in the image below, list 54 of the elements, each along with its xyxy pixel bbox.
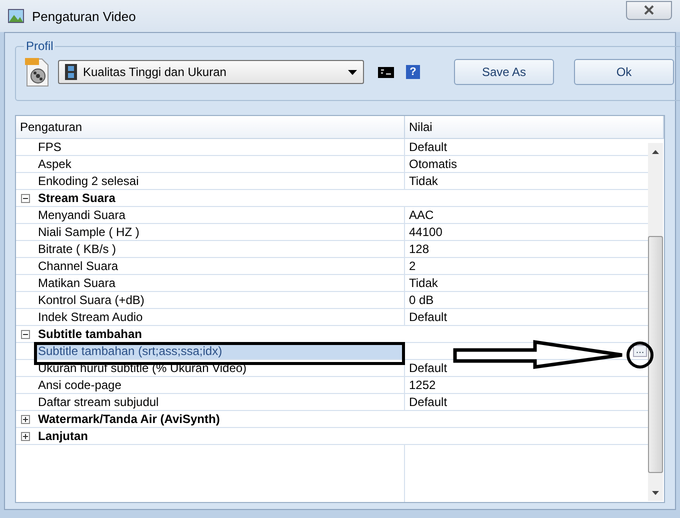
property-name[interactable]: Niali Sample ( HZ ): [36, 224, 405, 240]
property-value: 2: [409, 259, 416, 273]
circle-drawing: [626, 342, 654, 368]
help-button[interactable]: ?: [406, 65, 420, 79]
window-title: Pengaturan Video: [32, 8, 137, 24]
column-header: Nilai: [405, 116, 664, 138]
group-label: Profil: [25, 39, 54, 53]
close-button[interactable]: [626, 0, 672, 20]
property-value: Default: [409, 361, 448, 375]
scroll-down-icon[interactable]: [652, 490, 659, 494]
profile-dropdown[interactable]: Kualitas Tinggi dan Ukuran: [58, 60, 364, 84]
property-name[interactable]: Indek Stream Audio: [36, 309, 405, 325]
property-name[interactable]: Ansi code-page: [36, 377, 405, 393]
expand-icon[interactable]: [21, 414, 30, 424]
property-name[interactable]: Menyandi Suara: [36, 207, 405, 223]
property-name[interactable]: Bitrate ( KB/s ): [36, 241, 405, 257]
property-value: 0 dB: [409, 293, 434, 307]
property-name[interactable]: FPS: [36, 139, 405, 155]
category-label: Lanjutan: [38, 429, 88, 443]
scrollbar[interactable]: [648, 143, 663, 501]
property-value: Otomatis: [409, 157, 458, 171]
film-strip-icon: [65, 64, 77, 80]
category-label: Subtitle tambahan: [38, 327, 142, 341]
landscape-icon: [8, 9, 24, 23]
property-value: Default: [409, 310, 448, 324]
property-name[interactable]: Matikan Suara: [36, 275, 405, 291]
film-reel-icon: [24, 57, 50, 87]
close-icon: [643, 5, 655, 15]
category-label: Watermark/Tanda Air (AviSynth): [38, 412, 220, 426]
browse-button[interactable]: ...: [633, 345, 647, 357]
property-value: 44100: [409, 225, 442, 239]
property-name[interactable]: Kontrol Suara (+dB): [36, 292, 405, 308]
expand-icon[interactable]: [21, 432, 30, 440]
property-value: 128: [409, 242, 430, 256]
property-value: Default: [409, 140, 448, 154]
ok-button[interactable]: Ok: [574, 59, 674, 85]
category-label: Stream Suara: [38, 191, 116, 205]
caret-icon: [348, 70, 357, 74]
collapse-icon[interactable]: [21, 330, 30, 338]
property-value: Tidak: [409, 276, 438, 290]
terminal-icon[interactable]: [378, 66, 394, 78]
property-name[interactable]: Daftar stream subjudul: [36, 394, 405, 410]
scroll-up-icon[interactable]: [652, 150, 659, 154]
collapse-icon[interactable]: [21, 194, 30, 202]
property-value: Default: [409, 395, 448, 409]
scrollbar-thumb[interactable]: [648, 236, 663, 473]
property-name[interactable]: Aspek: [36, 156, 405, 172]
save-as-button[interactable]: Save As: [454, 59, 554, 85]
property-name[interactable]: Enkoding 2 selesai: [36, 173, 405, 189]
property-value: AAC: [409, 208, 434, 222]
property-value: 1252: [409, 378, 436, 392]
column-header: Pengaturan: [16, 116, 405, 138]
property-name[interactable]: Channel Suara: [36, 258, 405, 274]
property-value: Tidak: [409, 174, 438, 188]
